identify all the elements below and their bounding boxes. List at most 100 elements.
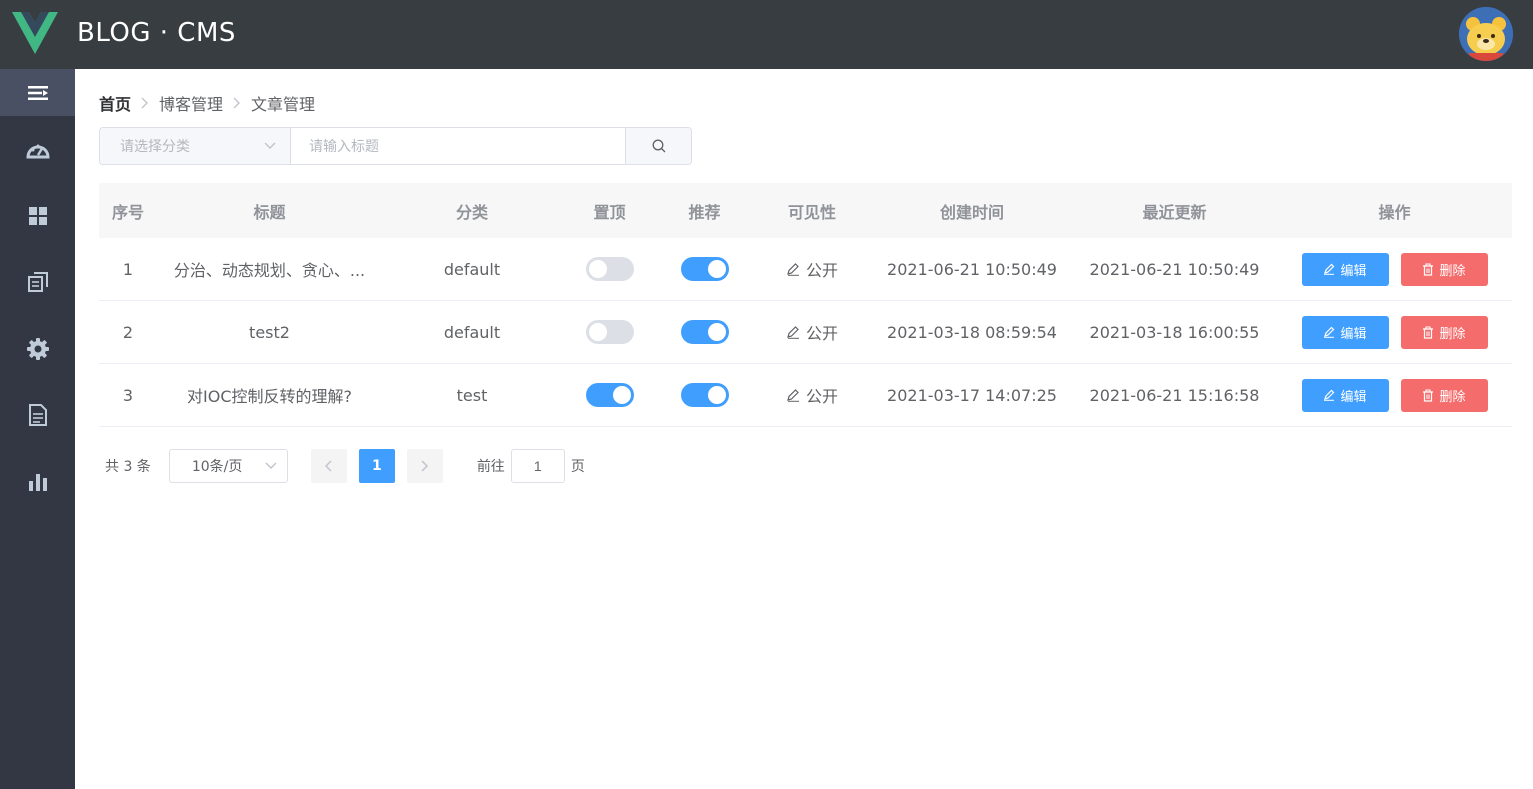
column-header: 置顶 xyxy=(593,202,626,222)
visibility-text: 公开 xyxy=(805,261,838,280)
delete-button[interactable]: 删除 xyxy=(1400,252,1488,286)
breadcrumb-article-management: 文章管理 xyxy=(251,95,316,114)
cell-actions: 编辑 删除 xyxy=(1277,252,1512,286)
delete-button[interactable]: 删除 xyxy=(1400,378,1488,412)
cell-recommend xyxy=(657,257,752,281)
prev-page-button[interactable] xyxy=(310,449,347,483)
recommend-toggle-switch[interactable] xyxy=(680,383,729,407)
column-header: 可见性 xyxy=(787,202,836,222)
page-size-select[interactable]: 10条/页 xyxy=(168,449,288,483)
trash-icon xyxy=(1423,389,1434,402)
top-toggle-switch[interactable] xyxy=(585,257,634,281)
bear-avatar-icon xyxy=(1459,7,1513,61)
edit-icon xyxy=(1324,263,1335,275)
sidebar-item-settings[interactable] xyxy=(0,316,75,383)
page-suffix: 页 xyxy=(570,459,585,475)
switch-knob xyxy=(707,260,726,278)
category-select-placeholder: 请选择分类 xyxy=(120,139,190,155)
sidebar-item-grid[interactable] xyxy=(0,183,75,250)
visibility-text: 公开 xyxy=(805,324,838,343)
sidebar-item-document[interactable] xyxy=(0,382,75,449)
cell-created: 2021-03-18 08:59:54 xyxy=(887,322,1057,342)
table-row: 1 分治、动态规划、贪心、... default 公开 2021-06-21 10:50… xyxy=(99,238,1512,301)
cell-created: 2021-06-21 10:50:49 xyxy=(887,259,1057,279)
recommend-toggle-switch[interactable] xyxy=(680,257,729,281)
copy-icon xyxy=(27,272,48,293)
pen-icon xyxy=(787,263,799,276)
breadcrumb-home[interactable]: 首页 xyxy=(99,91,131,115)
breadcrumb-blog-management: 博客管理 xyxy=(159,95,224,114)
edit-label: 编辑 xyxy=(1340,326,1367,342)
search-button[interactable] xyxy=(626,128,691,164)
column-header: 创建时间 xyxy=(939,202,1004,222)
pen-icon xyxy=(787,326,799,339)
articles-table: 序号 标题 分类 置顶 推荐 可见性 创建时间 最近更新 操作 1 分治、动态规划… xyxy=(99,183,1512,427)
sidebar-item-statistics[interactable] xyxy=(0,449,75,516)
cell-top xyxy=(562,383,657,407)
edit-icon xyxy=(1324,389,1335,401)
table-header: 序号 标题 分类 置顶 推荐 可见性 创建时间 最近更新 操作 xyxy=(99,183,1512,238)
chevron-right-icon xyxy=(141,97,149,109)
title-text: 分治、动态规划、贪心、... xyxy=(173,261,366,280)
next-page-button[interactable] xyxy=(406,449,443,483)
edit-button[interactable]: 编辑 xyxy=(1301,378,1389,412)
delete-label: 删除 xyxy=(1439,389,1466,405)
title-text: test2 xyxy=(249,322,290,342)
switch-knob xyxy=(588,323,607,341)
cell-top xyxy=(562,257,657,281)
edit-icon xyxy=(1324,326,1335,338)
recommend-toggle-switch[interactable] xyxy=(680,320,729,344)
sidebar-collapse-button[interactable] xyxy=(0,69,75,116)
top-toggle-switch[interactable] xyxy=(585,320,634,344)
vue-logo xyxy=(12,12,58,54)
dashboard-icon xyxy=(25,144,50,159)
cell-recommend xyxy=(657,320,752,344)
bar-chart-icon xyxy=(28,473,47,491)
page-size-value: 10条/页 xyxy=(191,459,243,475)
sidebar-item-dashboard[interactable] xyxy=(0,116,75,183)
table-row: 2 test2 default 公开 2021-03-18 08:59:54 2021-0… xyxy=(99,301,1512,364)
switch-knob xyxy=(588,260,607,278)
edit-button[interactable]: 编辑 xyxy=(1301,315,1389,349)
cell-actions: 编辑 删除 xyxy=(1277,315,1512,349)
chevron-left-icon xyxy=(324,460,332,472)
column-header: 标题 xyxy=(253,202,286,222)
goto-label: 前往 xyxy=(476,459,505,475)
delete-button[interactable]: 删除 xyxy=(1400,315,1488,349)
total-count: 共 3 条 xyxy=(105,459,151,475)
cell-index: 2 xyxy=(122,322,134,342)
grid-icon xyxy=(28,206,47,225)
cell-created: 2021-03-17 14:07:25 xyxy=(887,385,1057,405)
breadcrumb: 首页 博客管理 文章管理 xyxy=(99,91,315,115)
table-row: 3 对IOC控制反转的理解? test 公开 2021-03-17 14:07:25 20… xyxy=(99,364,1512,427)
switch-knob xyxy=(707,323,726,341)
column-header: 最近更新 xyxy=(1142,202,1207,222)
cell-category: default xyxy=(443,259,501,279)
column-header: 序号 xyxy=(111,202,144,222)
title-text: 对IOC控制反转的理解? xyxy=(187,387,352,406)
edit-button[interactable]: 编辑 xyxy=(1301,252,1389,286)
chevron-down-icon xyxy=(264,142,276,149)
page-number-current[interactable]: 1 xyxy=(358,449,395,483)
visibility-text: 公开 xyxy=(805,387,838,406)
trash-icon xyxy=(1423,326,1434,339)
search-icon xyxy=(652,139,665,153)
sidebar-item-copy[interactable] xyxy=(0,249,75,316)
column-header: 操作 xyxy=(1378,202,1411,222)
trash-icon xyxy=(1423,263,1434,276)
chevron-right-icon xyxy=(233,97,241,109)
top-header: BLOG · CMS xyxy=(0,0,1533,69)
top-toggle-switch[interactable] xyxy=(585,383,634,407)
switch-knob xyxy=(707,386,726,404)
cell-actions: 编辑 删除 xyxy=(1277,378,1512,412)
goto-page-input[interactable] xyxy=(510,449,565,483)
cell-top xyxy=(562,320,657,344)
column-header: 推荐 xyxy=(688,202,721,222)
column-header: 分类 xyxy=(455,202,488,222)
cell-visibility: 公开 xyxy=(752,257,872,281)
title-search-input[interactable] xyxy=(291,128,626,164)
category-select[interactable]: 请选择分类 xyxy=(100,128,291,164)
cell-index: 1 xyxy=(122,259,134,279)
chevron-down-icon xyxy=(265,462,277,469)
avatar[interactable] xyxy=(1459,7,1513,61)
